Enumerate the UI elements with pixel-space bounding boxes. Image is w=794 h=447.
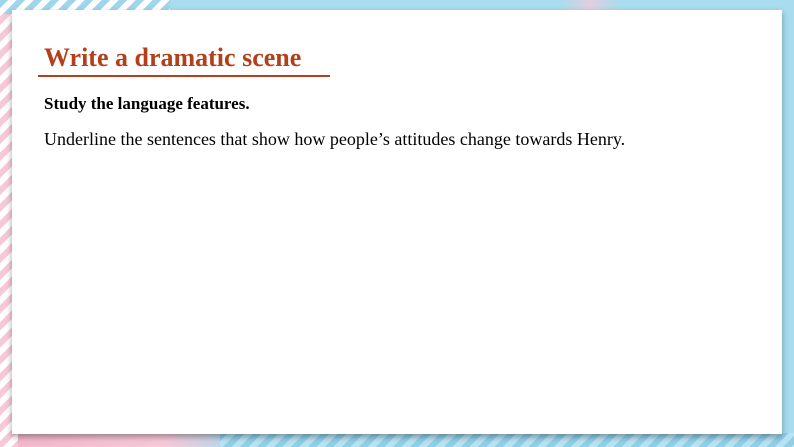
bottom-blue-stripe-decoration [220, 433, 794, 447]
slide-title: Write a dramatic scene [44, 43, 302, 72]
slide: Write a dramatic scene Study the languag… [0, 0, 794, 447]
title-underline [38, 75, 330, 77]
subheading: Study the language features. [44, 94, 250, 113]
instruction-text: Underline the sentences that show how pe… [44, 129, 626, 149]
bottom-pink-band-decoration [18, 433, 228, 447]
